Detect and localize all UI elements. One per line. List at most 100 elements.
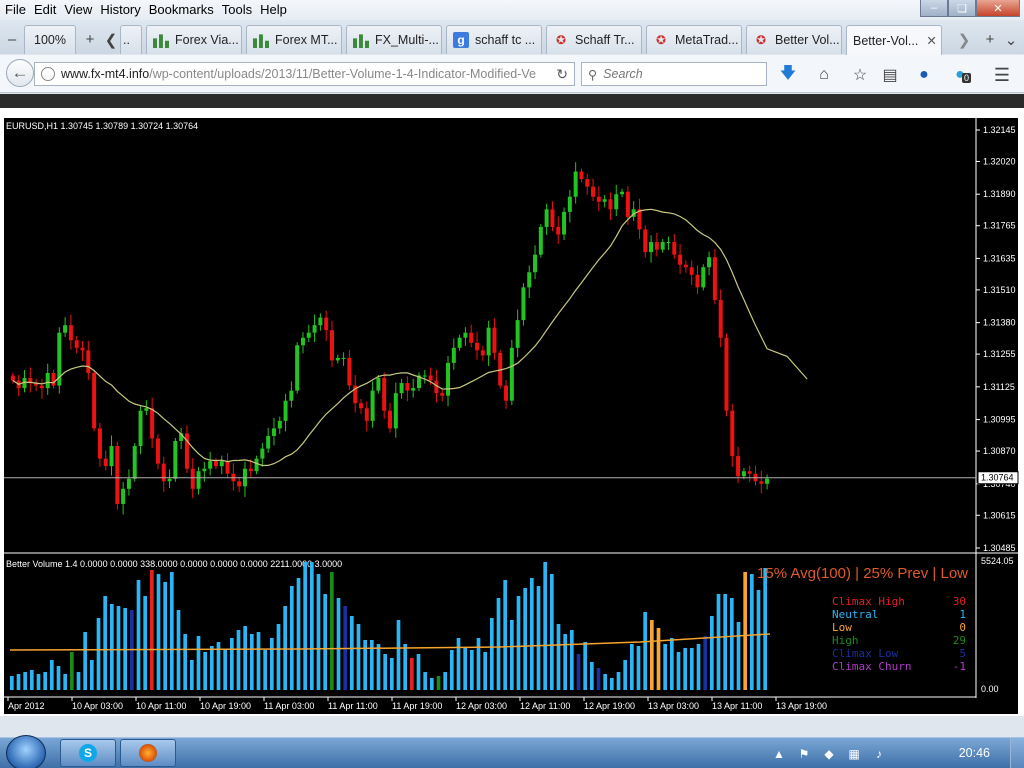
volume-bar xyxy=(710,616,714,690)
sync-icon[interactable]: ● xyxy=(914,65,934,85)
hamburger-menu-icon[interactable]: ☰ xyxy=(992,65,1012,85)
candle-body xyxy=(422,375,427,377)
candle-body xyxy=(329,330,334,361)
url-bar[interactable]: www.fx-mt4.info/wp-content/uploads/2013/… xyxy=(34,62,575,86)
menu-edit[interactable]: Edit xyxy=(29,0,59,20)
new-tab-icon[interactable]: + xyxy=(980,25,1000,54)
candle-body xyxy=(614,194,619,210)
candle-body xyxy=(457,337,462,348)
price-tick-label: 1.31380 xyxy=(983,318,1016,328)
candle-body xyxy=(741,471,746,477)
candle-body xyxy=(318,317,323,326)
tab-better-vol[interactable]: ✪ Better Vol... xyxy=(746,25,842,54)
candle-body xyxy=(347,357,352,386)
back-button[interactable]: ← xyxy=(6,59,34,87)
menu-bookmarks[interactable]: Bookmarks xyxy=(144,0,217,20)
star-icon: ✪ xyxy=(755,33,767,47)
tab-forex-via[interactable]: Forex Via... xyxy=(146,25,242,54)
tab-list-minus-icon[interactable]: – xyxy=(2,25,22,54)
volume-bar xyxy=(150,570,154,690)
reading-list-icon[interactable]: ▤ xyxy=(880,65,900,85)
skype-taskbar-button[interactable]: S xyxy=(60,739,116,767)
tray-flag-icon[interactable]: ⚑ xyxy=(794,745,814,763)
tab-label: Better-Vol... xyxy=(853,33,919,48)
menu-history[interactable]: History xyxy=(95,0,143,20)
volume-bar xyxy=(270,638,274,690)
candle-body xyxy=(469,332,474,343)
tab-overflow[interactable]: .. xyxy=(120,25,142,54)
close-tab-icon[interactable]: ✕ xyxy=(926,33,936,48)
volume-bar xyxy=(243,626,247,690)
time-tick-label: 13 Apr 03:00 xyxy=(648,701,699,711)
tab-forex-mt[interactable]: Forex MT... xyxy=(246,25,342,54)
candle-body xyxy=(289,390,294,401)
candle-body xyxy=(515,320,520,348)
home-icon[interactable]: ⌂ xyxy=(814,65,834,85)
tab-label: Better Vol... xyxy=(775,33,840,47)
candle-body xyxy=(428,375,433,381)
candle-body xyxy=(208,461,213,469)
candle-body xyxy=(446,362,451,396)
tray-volume-icon[interactable]: ♪ xyxy=(869,745,889,763)
menu-tools[interactable]: Tools xyxy=(217,0,255,20)
tab-list-icon[interactable]: ⌄ xyxy=(1002,25,1020,54)
volume-bar xyxy=(310,562,314,690)
maximize-button[interactable]: ❏ xyxy=(948,0,976,17)
download-icon[interactable]: 🡇 xyxy=(778,65,798,85)
tab-scroll-left-icon[interactable]: ❮ xyxy=(102,25,120,54)
volume-legend-name: Low xyxy=(832,621,852,634)
tab-better-vol-active[interactable]: Better-Vol... ✕ xyxy=(846,25,942,55)
tab-metatrad[interactable]: ✪ MetaTrad... xyxy=(646,25,742,54)
time-tick-label: 11 Apr 03:00 xyxy=(264,701,314,711)
firefox-taskbar-button[interactable] xyxy=(120,739,176,767)
volume-bar xyxy=(536,586,541,690)
tab-schaff-tr[interactable]: ✪ Schaff Tr... xyxy=(546,25,642,54)
candle-body xyxy=(405,383,410,391)
candle-body xyxy=(86,350,91,373)
tray-shield-icon[interactable]: ◆ xyxy=(819,745,839,763)
volume-bar xyxy=(336,598,341,690)
tray-network-icon[interactable]: ▦ xyxy=(844,745,864,763)
addon-icon[interactable]: ● 0 xyxy=(950,65,972,85)
tray-arrow-icon[interactable]: ▲ xyxy=(769,745,789,763)
bookmark-star-icon[interactable]: ☆ xyxy=(850,65,870,85)
volume-bar xyxy=(543,562,547,690)
volume-bar xyxy=(450,650,454,690)
volume-legend-name: High xyxy=(832,634,859,647)
candle-body xyxy=(155,438,160,464)
volume-bar xyxy=(736,622,741,690)
candle-body xyxy=(161,463,166,482)
volume-bar xyxy=(250,634,254,690)
tab-fx-multi[interactable]: FX_Multi-... xyxy=(346,25,442,54)
volume-bar xyxy=(590,662,594,690)
tab-scroll-right-icon[interactable]: ❯ xyxy=(954,25,974,54)
windows-start-button[interactable] xyxy=(6,735,46,768)
navigation-bar: ← www.fx-mt4.info/wp-content/uploads/201… xyxy=(0,55,1024,93)
show-desktop-button[interactable] xyxy=(1010,738,1024,768)
candle-body xyxy=(132,446,137,479)
browser-window: File Edit View History Bookmarks Tools Help – … xyxy=(0,0,1024,768)
tab-schaff-tc[interactable]: g schaff tc ... xyxy=(446,25,542,54)
minimize-button[interactable]: – xyxy=(920,0,948,17)
menu-help[interactable]: Help xyxy=(255,0,290,20)
reload-icon[interactable]: ↻ xyxy=(556,66,568,83)
candle-body xyxy=(300,337,305,346)
volume-bar xyxy=(56,666,61,690)
zoom-indicator[interactable]: 100% xyxy=(24,25,76,54)
candle-body xyxy=(695,274,700,288)
close-window-button[interactable]: ✕ xyxy=(976,0,1020,17)
volume-bar xyxy=(683,648,687,690)
menu-file[interactable]: File xyxy=(0,0,29,20)
price-tick-label: 1.31255 xyxy=(983,349,1016,359)
menu-view[interactable]: View xyxy=(59,0,95,20)
search-bar[interactable]: ⚲ Search xyxy=(581,62,767,86)
new-tab-plus-icon[interactable]: + xyxy=(80,25,100,54)
volume-bar xyxy=(356,624,361,690)
volume-legend-name: Climax High xyxy=(832,595,905,608)
time-tick-label: 12 Apr 19:00 xyxy=(584,701,635,711)
url-host: www.fx-mt4.info xyxy=(61,67,150,81)
taskbar-clock[interactable]: 20:46 xyxy=(959,746,990,760)
tab-label: Forex Via... xyxy=(175,33,239,47)
volume-bar xyxy=(116,606,121,690)
firefox-icon xyxy=(139,744,157,762)
